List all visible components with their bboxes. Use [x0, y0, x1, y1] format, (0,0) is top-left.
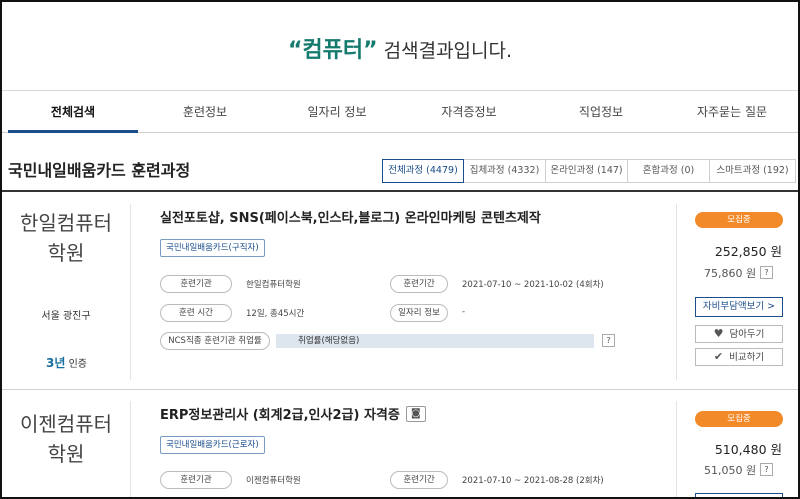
tab-faq[interactable]: 자주묻는 질문: [668, 91, 796, 133]
value-institution: 이젠컴퓨터학원: [246, 476, 301, 486]
filter-all[interactable]: 전체과정 (4479): [382, 159, 464, 183]
label-institution: 훈련기관: [160, 275, 232, 293]
self-pay-view-button[interactable]: 자비부담액보기 >: [695, 297, 783, 317]
label-period: 훈련기간: [390, 471, 448, 489]
institution-name-line2: 학원: [47, 442, 85, 466]
value-period: 2021-07-10 ~ 2021-10-02 (4회차): [462, 280, 604, 290]
value-institution: 한일컴퓨터학원: [246, 280, 301, 290]
filter-online[interactable]: 온라인과정 (147): [546, 159, 628, 183]
heart-icon: ♥: [713, 327, 724, 340]
label-hours: 훈련 시간: [160, 304, 232, 322]
recruiting-badge: 모집중: [695, 212, 783, 228]
label-job-info: 일자리 정보: [390, 304, 448, 322]
camera-icon: ◙: [405, 405, 426, 422]
self-pay-help-icon[interactable]: ?: [760, 463, 773, 476]
course-title[interactable]: 실전포토샵, SNS(페이스북,인스타,블로그) 온라인마케팅 콘텐츠제작: [160, 207, 541, 226]
employment-rate-bar: 취업률(해당없음): [276, 334, 594, 348]
filter-blended[interactable]: 혼합과정 (0): [628, 159, 710, 183]
card-divider: [2, 389, 798, 390]
institution-name-line1: 한일컴퓨터: [20, 211, 112, 235]
course-card: 이젠컴퓨터 학원 ERP정보관리사 (회계2급,인사2급) 자격증 ◙ 국민내일배…: [2, 391, 798, 497]
tab-occupations[interactable]: 직업정보: [536, 91, 666, 133]
value-period: 2021-07-10 ~ 2021-08-28 (2회차): [462, 476, 604, 486]
section-title: 국민내일배움카드 훈련과정: [8, 161, 191, 180]
institution-name[interactable]: 이젠컴퓨터 학원: [2, 409, 130, 469]
course-title[interactable]: ERP정보관리사 (회계2급,인사2급) 자격증 ◙: [160, 404, 426, 423]
column-divider: [130, 401, 131, 497]
self-pay-amount: 51,050 원: [704, 464, 757, 477]
label-ncs-rate: NCS직종 훈련기관 취업률: [160, 332, 270, 350]
page-frame: “컴퓨터” 검색결과입니다. 전체검색 훈련정보 일자리 정보 자격증정보 직업…: [0, 0, 800, 499]
card-type-tag: 국민내일배움카드(구직자): [160, 239, 265, 257]
course-title-text: ERP정보관리사 (회계2급,인사2급) 자격증: [160, 408, 400, 423]
category-tabs: 전체검색 훈련정보 일자리 정보 자격증정보 직업정보 자주묻는 질문: [2, 91, 798, 133]
institution-location: 서울 광진구: [41, 311, 91, 322]
tab-all[interactable]: 전체검색: [8, 91, 138, 133]
column-divider: [676, 401, 677, 497]
search-result-header: “컴퓨터” 검색결과입니다.: [2, 2, 798, 90]
label-institution: 훈련기관: [160, 471, 232, 489]
institution-name-line2: 학원: [47, 241, 85, 265]
value-job-info: -: [462, 307, 466, 317]
self-pay-help-icon[interactable]: ?: [760, 266, 773, 279]
institution-name-line1: 이젠컴퓨터: [20, 412, 112, 436]
self-pay-amount: 75,860 원: [704, 267, 757, 280]
tab-certificates[interactable]: 자격증정보: [404, 91, 534, 133]
check-icon: ✔: [713, 350, 724, 363]
tab-jobs[interactable]: 일자리 정보: [272, 91, 402, 133]
tab-training[interactable]: 훈련정보: [140, 91, 270, 133]
recruiting-badge: 모집중: [695, 411, 783, 427]
employment-rate-help-icon[interactable]: ?: [602, 334, 615, 347]
compare-button-label: 비교하기: [729, 352, 765, 363]
course-price: 252,850 원: [714, 244, 782, 259]
filter-smart[interactable]: 스마트과정 (192): [710, 159, 796, 183]
course-type-filters: 전체과정 (4479) 집체과정 (4332) 온라인과정 (147) 혼합과정…: [382, 159, 796, 183]
card-type-tag: 국민내일배움카드(근로자): [160, 436, 265, 454]
search-result-title: “컴퓨터” 검색결과입니다.: [2, 32, 798, 64]
certification-badge: 3년 인증: [46, 354, 87, 371]
institution-name[interactable]: 한일컴퓨터 학원: [2, 208, 130, 268]
value-hours: 12일, 총45시간: [246, 309, 305, 319]
filter-classroom[interactable]: 집체과정 (4332): [464, 159, 546, 183]
label-period: 훈련기간: [390, 275, 448, 293]
certification-years: 3년: [46, 356, 66, 370]
certification-label: 인증: [68, 359, 87, 370]
course-title-text: 실전포토샵, SNS(페이스북,인스타,블로그) 온라인마케팅 콘텐츠제작: [160, 211, 541, 226]
course-card: 한일컴퓨터 학원 서울 광진구 3년 인증 실전포토샵, SNS(페이스북,인스…: [2, 192, 798, 388]
compare-button[interactable]: ✔ 비교하기: [695, 348, 783, 366]
course-price: 510,480 원: [714, 442, 782, 457]
self-pay-view-button[interactable]: [695, 493, 783, 497]
search-keyword: “컴퓨터”: [287, 38, 378, 63]
column-divider: [130, 204, 131, 380]
column-divider: [676, 204, 677, 380]
search-result-suffix: 검색결과입니다.: [377, 40, 513, 62]
save-button[interactable]: ♥ 담아두기: [695, 325, 783, 343]
save-button-label: 담아두기: [729, 329, 765, 340]
